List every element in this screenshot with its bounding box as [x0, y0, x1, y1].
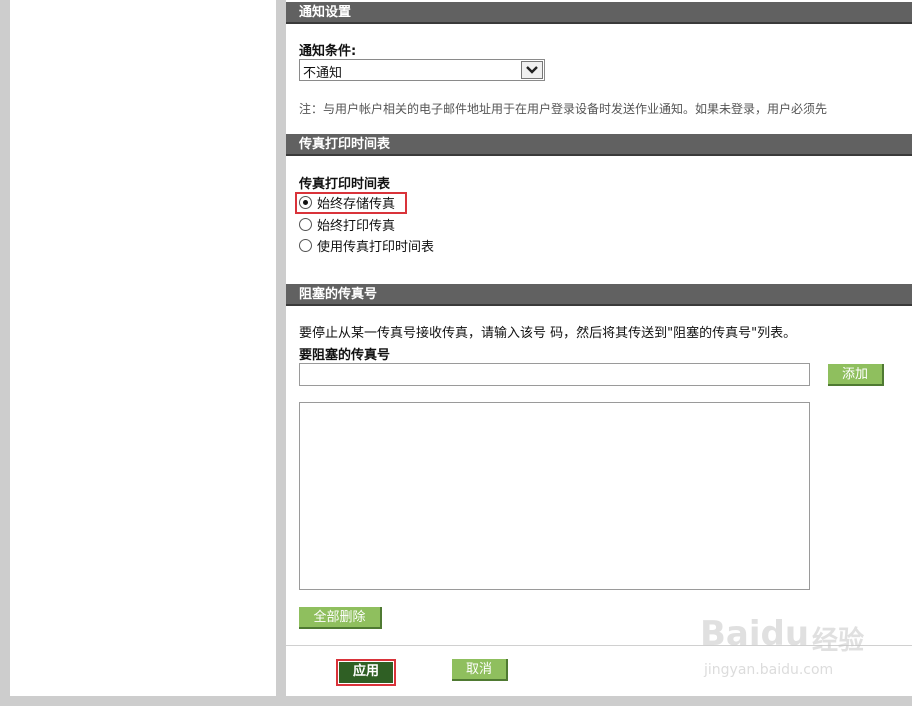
left-border — [0, 0, 10, 706]
radio-always-store-fax[interactable]: 始终存储传真 — [299, 192, 395, 212]
blocked-fax-number-input[interactable] — [299, 363, 810, 386]
radio-always-print-fax[interactable]: 始终打印传真 — [299, 214, 395, 234]
blocked-fax-list[interactable] — [299, 402, 810, 590]
delete-all-button[interactable]: 全部删除 — [299, 607, 382, 629]
radio-label: 使用传真打印时间表 — [317, 239, 435, 255]
fax-schedule-section-header: 传真打印时间表 — [286, 134, 912, 156]
radio-label: 始终存储传真 — [317, 196, 396, 212]
notification-condition-label: 通知条件: — [299, 44, 357, 59]
blocked-fax-field-label: 要阻塞的传真号 — [299, 348, 391, 363]
chevron-down-icon[interactable] — [521, 61, 543, 79]
radio-label: 始终打印传真 — [317, 218, 396, 234]
watermark-cn-text: 经验 — [812, 626, 865, 656]
watermark-url: jingyan.baidu.com — [704, 662, 834, 678]
baidu-watermark: Baidu 经验 jingyan.baidu.com — [700, 604, 900, 684]
settings-content: 通知设置 通知条件: 不通知 注：与用户帐户相关的电子邮件地址用于在用户登录设备… — [286, 0, 912, 696]
watermark-logo: Baidu — [700, 614, 810, 654]
radio-use-fax-schedule[interactable]: 使用传真打印时间表 — [299, 235, 434, 255]
bottom-border — [0, 696, 912, 706]
cancel-button[interactable]: 取消 — [452, 659, 508, 681]
blocked-fax-section-header: 阻塞的传真号 — [286, 284, 912, 306]
notification-condition-value: 不通知 — [303, 66, 343, 81]
radio-checked-icon[interactable] — [299, 195, 312, 209]
fax-schedule-label: 传真打印时间表 — [299, 177, 391, 192]
radio-unchecked-icon[interactable] — [299, 217, 312, 231]
notification-note: 注：与用户帐户相关的电子邮件地址用于在用户登录设备时发送作业通知。如果未登录，用… — [299, 102, 828, 116]
blocked-fax-instruction: 要停止从某一传真号接收传真，请输入该号 码，然后将其传送到"阻塞的传真号"列表。 — [299, 326, 797, 341]
notification-condition-select[interactable]: 不通知 — [299, 59, 545, 81]
add-button[interactable]: 添加 — [828, 364, 884, 386]
notification-section-header: 通知设置 — [286, 2, 912, 24]
panel-divider — [276, 0, 286, 706]
left-nav-panel — [10, 0, 276, 696]
apply-button[interactable]: 应用 — [339, 662, 393, 683]
radio-unchecked-icon[interactable] — [299, 238, 312, 252]
